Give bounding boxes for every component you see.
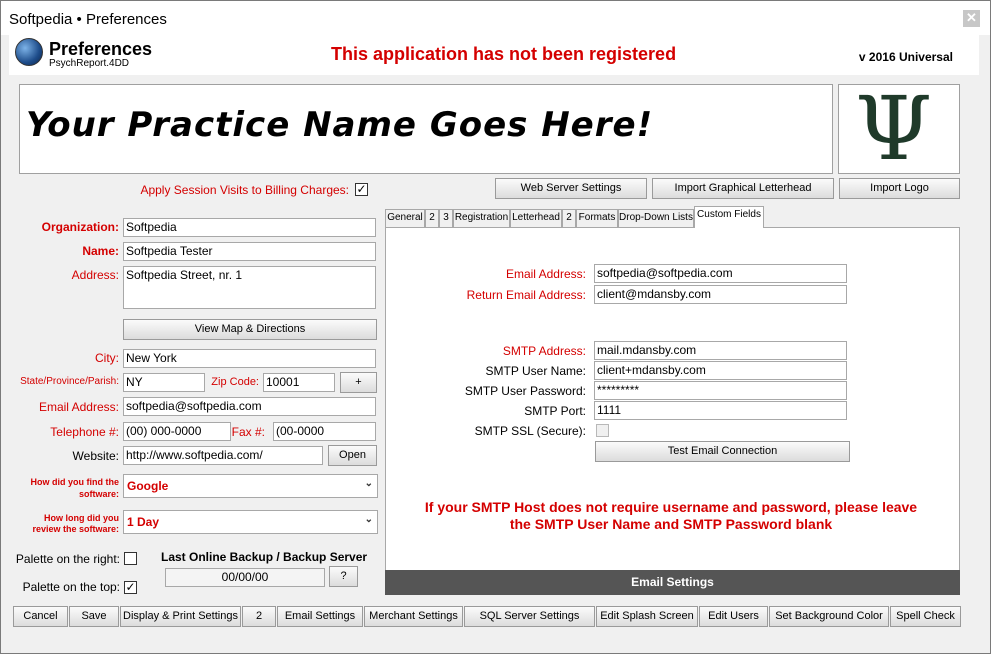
website-field[interactable]: http://www.softpedia.com/ bbox=[123, 446, 323, 465]
smtp-user-label: SMTP User Name: bbox=[485, 364, 586, 378]
address-field[interactable]: Softpedia Street, nr. 1 bbox=[123, 266, 376, 309]
smtp-note-line-1: If your SMTP Host does not require usern… bbox=[424, 499, 918, 515]
smtp-port-field[interactable]: 1111 bbox=[594, 401, 847, 420]
smtp-port-label: SMTP Port: bbox=[524, 404, 586, 418]
name-field[interactable]: Softpedia Tester bbox=[123, 242, 376, 261]
palette-top-checkbox[interactable]: ✓ bbox=[124, 581, 137, 594]
chevron-down-icon: ⌄ bbox=[364, 478, 373, 489]
backup-help-button[interactable]: ? bbox=[329, 566, 358, 587]
billing-label: Apply Session Visits to Billing Charges: bbox=[140, 183, 349, 197]
add-zip-button[interactable]: + bbox=[340, 372, 377, 393]
zip-label: Zip Code: bbox=[211, 376, 259, 388]
sql-server-settings-button[interactable]: SQL Server Settings bbox=[464, 606, 595, 627]
email-settings-footer: Email Settings bbox=[385, 570, 960, 595]
merchant-settings-button[interactable]: Merchant Settings bbox=[364, 606, 463, 627]
review-length-value: 1 Day bbox=[127, 515, 160, 529]
fax-label: Fax #: bbox=[231, 425, 265, 439]
telephone-label: Telephone #: bbox=[50, 425, 119, 439]
tab-letterhead-2[interactable]: 2 bbox=[562, 209, 576, 227]
found-software-label-2: software: bbox=[78, 489, 119, 499]
window-title: Softpedia • Preferences bbox=[9, 11, 167, 28]
return-email-label: Return Email Address: bbox=[466, 288, 586, 302]
backup-date-field: 00/00/00 bbox=[165, 568, 325, 587]
organization-field[interactable]: Softpedia bbox=[123, 218, 376, 237]
zip-field[interactable]: 10001 bbox=[263, 373, 335, 392]
city-field[interactable]: New York bbox=[123, 349, 376, 368]
smtp-password-label: SMTP User Password: bbox=[464, 384, 586, 398]
preferences-window: Softpedia • Preferences ✕ Preferences Ps… bbox=[0, 0, 991, 654]
practice-logo[interactable]: Ψ bbox=[838, 77, 960, 180]
state-label: State/Province/Parish: bbox=[20, 376, 119, 387]
tab-general[interactable]: General bbox=[385, 209, 425, 227]
tab-general-3[interactable]: 3 bbox=[439, 209, 453, 227]
email-field[interactable]: softpedia@softpedia.com bbox=[123, 397, 376, 416]
email-settings-button[interactable]: Email Settings bbox=[277, 606, 363, 627]
globe-icon bbox=[15, 38, 43, 66]
import-logo-button[interactable]: Import Logo bbox=[839, 178, 960, 199]
review-length-label-2: review the software: bbox=[32, 524, 119, 534]
page-title: Preferences bbox=[49, 39, 153, 59]
tab-drop-down-lists[interactable]: Drop-Down Lists bbox=[618, 209, 694, 227]
tab-registration[interactable]: Registration bbox=[453, 209, 510, 227]
palette-right-label: Palette on the right: bbox=[15, 552, 120, 566]
palette-top-label: Palette on the top: bbox=[22, 580, 120, 594]
tab-formats[interactable]: Formats bbox=[576, 209, 618, 227]
edit-splash-screen-button[interactable]: Edit Splash Screen bbox=[596, 606, 698, 627]
display-print-settings-2-button[interactable]: 2 bbox=[242, 606, 276, 627]
found-software-value: Google bbox=[127, 479, 169, 493]
smtp-note: If your SMTP Host does not require usern… bbox=[401, 499, 941, 533]
import-letterhead-button[interactable]: Import Graphical Letterhead bbox=[652, 178, 834, 199]
practice-name-text: Your Practice Name Goes Here! bbox=[26, 105, 654, 145]
fax-field[interactable]: (00-0000 bbox=[273, 422, 376, 441]
letterhead-banner[interactable]: Your Practice Name Goes Here! bbox=[19, 84, 833, 174]
website-label: Website: bbox=[72, 449, 119, 463]
panel-email-field[interactable]: softpedia@softpedia.com bbox=[594, 264, 847, 283]
palette-right-checkbox[interactable] bbox=[124, 552, 137, 565]
tab-custom-fields[interactable]: Custom Fields bbox=[694, 206, 764, 228]
psi-logo-icon: Ψ bbox=[855, 77, 933, 180]
spell-check-button[interactable]: Spell Check bbox=[890, 606, 961, 627]
organization-label: Organization: bbox=[41, 220, 119, 234]
tab-general-2[interactable]: 2 bbox=[425, 209, 439, 227]
header: Preferences PsychReport.4DD This applica… bbox=[9, 35, 979, 75]
tab-letterhead[interactable]: Letterhead bbox=[510, 209, 562, 227]
smtp-ssl-checkbox[interactable] bbox=[596, 424, 609, 437]
smtp-note-line-2: the SMTP User Name and SMTP Password bla… bbox=[509, 516, 833, 532]
state-field[interactable]: NY bbox=[123, 373, 205, 392]
web-server-settings-button[interactable]: Web Server Settings bbox=[495, 178, 647, 199]
city-label: City: bbox=[95, 351, 119, 365]
chevron-down-icon: ⌄ bbox=[364, 514, 373, 525]
title-bar: Softpedia • Preferences ✕ bbox=[1, 1, 990, 35]
smtp-password-field[interactable]: ********* bbox=[594, 381, 847, 400]
view-map-button[interactable]: View Map & Directions bbox=[123, 319, 377, 340]
version-label: v 2016 Universal bbox=[858, 50, 953, 64]
panel-email-label: Email Address: bbox=[505, 267, 586, 281]
backup-label: Last Online Backup / Backup Server bbox=[161, 550, 368, 564]
address-label: Address: bbox=[71, 268, 119, 282]
page-subtitle: PsychReport.4DD bbox=[49, 58, 130, 69]
smtp-user-field[interactable]: client+mdansby.com bbox=[594, 361, 847, 380]
edit-users-button[interactable]: Edit Users bbox=[699, 606, 768, 627]
name-label: Name: bbox=[82, 244, 119, 258]
review-length-label-1: How long did you bbox=[44, 513, 119, 523]
smtp-address-field[interactable]: mail.mdansby.com bbox=[594, 341, 847, 360]
email-label: Email Address: bbox=[38, 400, 119, 414]
smtp-address-label: SMTP Address: bbox=[502, 344, 586, 358]
close-icon[interactable]: ✕ bbox=[963, 10, 980, 27]
test-email-connection-button[interactable]: Test Email Connection bbox=[595, 441, 850, 462]
smtp-ssl-label: SMTP SSL (Secure): bbox=[474, 424, 586, 438]
billing-checkbox[interactable]: ✓ bbox=[355, 183, 368, 196]
review-length-select[interactable]: 1 Day ⌄ bbox=[123, 510, 378, 534]
found-software-select[interactable]: Google ⌄ bbox=[123, 474, 378, 498]
cancel-button[interactable]: Cancel bbox=[13, 606, 68, 627]
found-software-label-1: How did you find the bbox=[30, 477, 120, 487]
display-print-settings-button[interactable]: Display & Print Settings bbox=[120, 606, 241, 627]
telephone-field[interactable]: (00) 000-0000 bbox=[123, 422, 231, 441]
open-website-button[interactable]: Open bbox=[328, 445, 377, 466]
set-background-color-button[interactable]: Set Background Color bbox=[769, 606, 889, 627]
save-button[interactable]: Save bbox=[69, 606, 119, 627]
registration-notice: This application has not been registered bbox=[331, 44, 677, 64]
return-email-field[interactable]: client@mdansby.com bbox=[594, 285, 847, 304]
